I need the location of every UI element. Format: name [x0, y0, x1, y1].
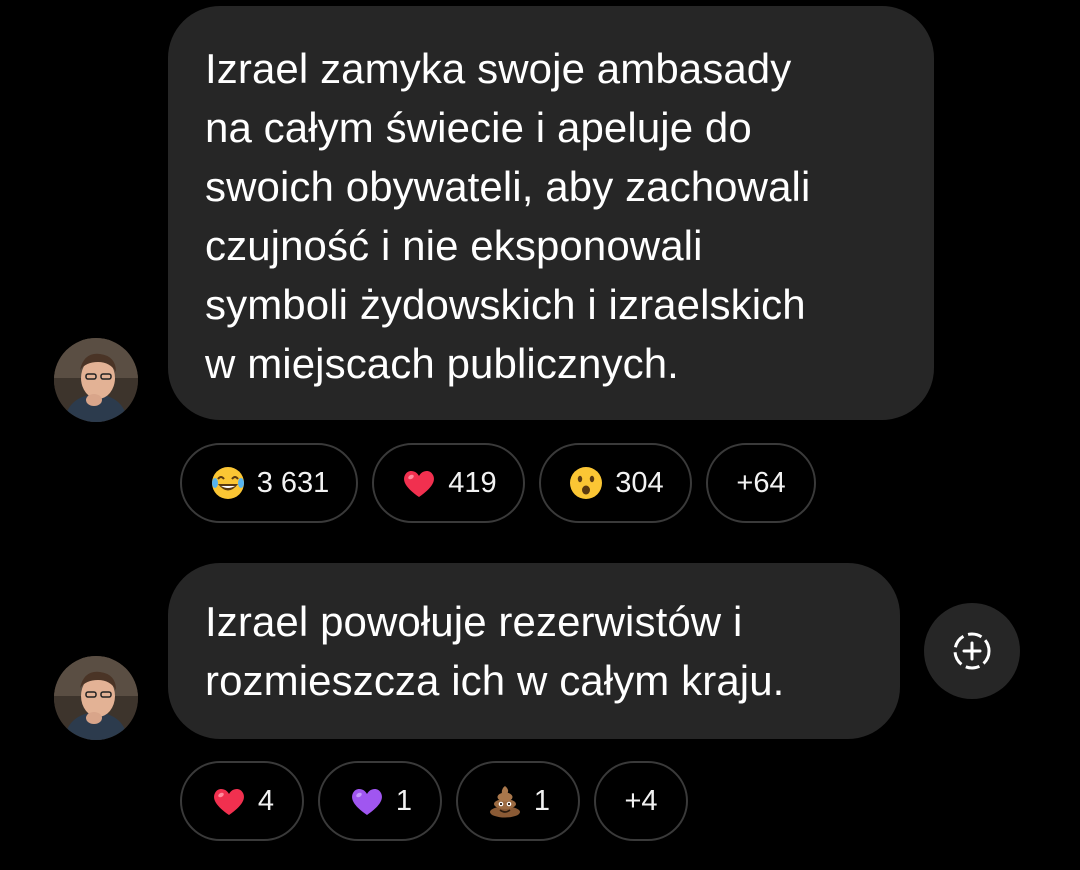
reaction-count: +4: [624, 784, 658, 817]
reaction-joy[interactable]: 3 631: [180, 443, 358, 523]
reaction-surprised[interactable]: 304: [539, 443, 692, 523]
avatar[interactable]: [54, 656, 138, 740]
avatar[interactable]: [54, 338, 138, 422]
add-reaction-button[interactable]: [924, 603, 1020, 699]
reaction-more[interactable]: +4: [594, 761, 688, 841]
message-bubble[interactable]: Izrael zamyka swoje ambasady na całym św…: [168, 6, 934, 420]
message-bubble[interactable]: Izrael powołuje rezerwistów i rozmieszcz…: [168, 563, 900, 739]
poop-emoji-icon: [486, 782, 524, 820]
reaction-poop[interactable]: 1: [456, 761, 580, 841]
reaction-heart[interactable]: 419: [372, 443, 525, 523]
reaction-purple-heart[interactable]: 1: [318, 761, 442, 841]
red-heart-emoji-icon: [400, 464, 438, 502]
reaction-count: 1: [533, 784, 551, 817]
reactions-bar: 3 631 419 304 +64: [180, 443, 816, 523]
reaction-count: 3 631: [256, 466, 330, 499]
reaction-more[interactable]: +64: [706, 443, 816, 523]
reaction-count: 4: [257, 784, 275, 817]
red-heart-emoji-icon: [210, 782, 248, 820]
avatar-photo: [54, 656, 138, 740]
reactions-bar: 4 1 1 +4: [180, 761, 688, 841]
surprised-emoji-icon: [567, 464, 605, 502]
purple-heart-emoji-icon: [348, 782, 386, 820]
add-reaction-icon: [953, 632, 991, 670]
reaction-count: 1: [395, 784, 413, 817]
joy-emoji-icon: [209, 464, 247, 502]
reaction-count: 304: [615, 466, 664, 499]
reaction-count: 419: [448, 466, 497, 499]
reaction-heart[interactable]: 4: [180, 761, 304, 841]
avatar-photo: [54, 338, 138, 422]
reaction-count: +64: [736, 466, 786, 499]
